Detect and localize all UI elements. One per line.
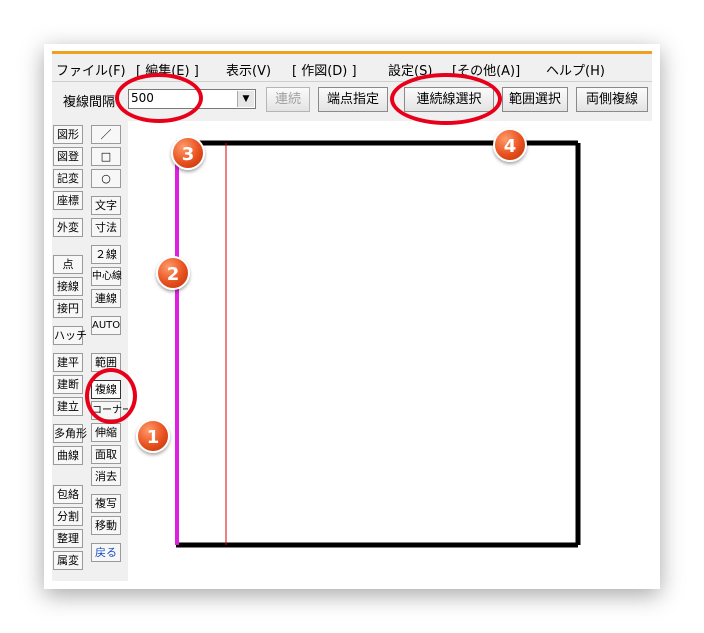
tool-circle[interactable]: ○ (91, 169, 121, 188)
tool-move[interactable]: 移動 (91, 516, 121, 535)
tool-stretch[interactable]: 伸縮 (91, 423, 121, 442)
tool-envelope[interactable]: 包絡 (53, 485, 83, 504)
both-sides-offset-button[interactable]: 両側複線 (576, 87, 648, 112)
tool-auto[interactable]: AUTO (91, 316, 121, 335)
app-window: ファイル(F) [ 編集(E) ] 表示(V) [ 作図(D) ] 設定(S) … (52, 51, 652, 581)
menu-draw[interactable]: [ 作図(D) ] (292, 60, 357, 79)
tool-tangent-circle[interactable]: 接円 (53, 299, 83, 318)
tool-erase[interactable]: 消去 (91, 467, 121, 486)
tool-attribute-change[interactable]: 属変 (53, 551, 83, 570)
tool-double-line[interactable]: ２線 (91, 245, 121, 264)
tool-building-plan[interactable]: 建平 (53, 353, 83, 372)
tool-copy[interactable]: 複写 (91, 494, 121, 513)
tool-divide[interactable]: 分割 (53, 507, 83, 526)
tool-curve[interactable]: 曲線 (53, 446, 83, 465)
step-marker-3: 3 (171, 136, 205, 170)
drawing-svg (175, 140, 581, 548)
tool-point[interactable]: 点 (53, 255, 83, 274)
tool-center-line[interactable]: 中心線 (91, 267, 122, 286)
tool-connect-line[interactable]: 連線 (91, 289, 121, 308)
tool-rectangle[interactable]: □ (91, 147, 121, 166)
highlight-ring-continuous-select (390, 73, 502, 125)
tool-organize[interactable]: 整理 (53, 529, 83, 548)
tool-building-section[interactable]: 建断 (53, 375, 83, 394)
tool-tangent[interactable]: 接線 (53, 277, 83, 296)
tool-shape-register[interactable]: 図登 (53, 147, 83, 166)
tool-coordinates[interactable]: 座標 (53, 191, 83, 210)
tool-building-elevation[interactable]: 建立 (53, 397, 83, 416)
menu-view[interactable]: 表示(V) (226, 60, 271, 79)
menu-help[interactable]: ヘルプ(H) (546, 60, 605, 79)
step-marker-4: 4 (493, 128, 527, 162)
range-select-button[interactable]: 範囲選択 (502, 87, 568, 112)
continuous-button[interactable]: 連続 (266, 87, 310, 112)
tool-shape[interactable]: 図形 (53, 125, 83, 144)
tool-dimension[interactable]: 寸法 (91, 218, 121, 237)
drawing-canvas[interactable] (128, 121, 652, 581)
tool-line[interactable]: ／ (91, 125, 121, 144)
tool-chamfer[interactable]: 面取 (91, 445, 121, 464)
tool-external-change[interactable]: 外変 (53, 218, 83, 237)
dropdown-arrow-icon[interactable]: ▼ (237, 91, 254, 107)
line-spacing-label: 複線間隔 (63, 95, 116, 110)
tool-hatch[interactable]: ハッチ (53, 326, 87, 345)
highlight-ring-spacing (115, 73, 203, 123)
tool-palette: 図形 図登 記変 座標 外変 点 接線 接円 ハッチ 建平 建断 建立 多角形 … (52, 121, 132, 581)
title-accent-bar (52, 51, 652, 54)
tool-polygon[interactable]: 多角形 (53, 424, 87, 443)
step-marker-2: 2 (156, 256, 190, 290)
tool-symbol-change[interactable]: 記変 (53, 169, 83, 188)
tool-undo[interactable]: 戻る (91, 543, 121, 562)
highlight-ring-offset-tool (85, 368, 137, 424)
endpoint-specify-button[interactable]: 端点指定 (318, 87, 388, 112)
menu-file[interactable]: ファイル(F) (56, 60, 126, 79)
step-marker-1: 1 (136, 419, 170, 453)
tool-text[interactable]: 文字 (91, 196, 121, 215)
